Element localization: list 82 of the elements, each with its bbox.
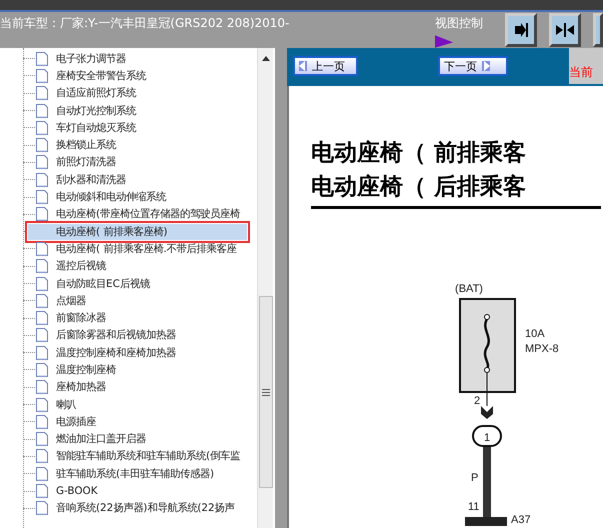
tree-item[interactable]: 自适应前照灯系统: [54, 85, 138, 102]
document-icon: [35, 310, 49, 326]
wire: [483, 447, 491, 517]
tree-item[interactable]: G-BOOK: [54, 484, 100, 498]
view-button[interactable]: [549, 13, 581, 47]
connector-arrow-icon: [481, 406, 493, 419]
tree-item[interactable]: 电源插座: [54, 414, 98, 430]
tree-item[interactable]: 后窗除雾器和后视镜加热器: [54, 327, 178, 344]
document-icon: [35, 206, 49, 222]
document-icon: [35, 276, 49, 292]
connector-block: [465, 517, 507, 526]
document-title: 电动座椅（ 后排乘客: [311, 173, 528, 202]
tree-item[interactable]: 前窗除冰器: [54, 310, 108, 326]
tree-item[interactable]: 自动防眩目EC后视镜: [54, 276, 152, 292]
view-control-label: 视图控制: [435, 15, 484, 32]
tree-item[interactable]: 电动座椅( 前排乘客座椅.不带后排乘客座: [54, 240, 239, 257]
document-icon: [35, 466, 49, 482]
source-label: (BAT): [455, 283, 483, 295]
scrollbar[interactable]: [257, 48, 273, 528]
scroll-thumb[interactable]: [259, 296, 273, 488]
wire-color: P: [471, 472, 478, 484]
document-icon: [35, 189, 49, 206]
document-icon: [35, 154, 49, 170]
tree-item[interactable]: 温度控制座椅和座椅加热器: [54, 344, 178, 361]
pin-number: 2: [474, 395, 480, 407]
document-icon: [35, 396, 49, 413]
tree-item[interactable]: 驻车辅助系统(丰田驻车辅助传感器): [54, 466, 216, 482]
previous-page-button[interactable]: 上一页: [293, 56, 358, 76]
current-page-label: 当前: [569, 64, 593, 80]
tree-item[interactable]: 电动座椅(带座椅位置存储器的驾驶员座椅: [54, 206, 242, 222]
document-icon: [35, 258, 49, 274]
document-icon: [35, 500, 49, 516]
tree-item[interactable]: 电动倾斜和电动伸缩系统: [54, 189, 168, 206]
car-model-text: 当前车型：厂家:Y-一汽丰田皇冠(GRS202 208)2010-: [0, 15, 290, 32]
connector-id: A37: [511, 514, 531, 526]
tree-item[interactable]: 电子张力调节器: [54, 50, 128, 67]
document-icon: [35, 172, 49, 188]
tree-item[interactable]: 自动灯光控制系统: [54, 102, 138, 119]
tree-item[interactable]: 温度控制座椅: [54, 362, 118, 378]
arrows-inward-icon: [555, 20, 575, 40]
triangle-icon: [435, 35, 453, 48]
grip-icon: [262, 388, 270, 396]
tree-item[interactable]: 点烟器: [54, 292, 88, 309]
document-icon: [35, 85, 49, 102]
tree-item[interactable]: 刮水器和清洗器: [54, 172, 128, 188]
next-page-button[interactable]: 下一页: [438, 56, 508, 76]
tree-item[interactable]: 喇叭: [54, 396, 78, 413]
document-icon: [35, 344, 49, 361]
document-icon: [35, 362, 49, 378]
document-icon: [35, 120, 49, 136]
tree-item[interactable]: 换档锁止系统: [54, 137, 118, 154]
document-icon: [35, 137, 49, 154]
connector-number: 1: [484, 432, 490, 444]
tree-item[interactable]: 音响系统(22扬声器)和导航系统(22扬声: [54, 500, 237, 516]
document-icon: [35, 414, 49, 430]
tree-item[interactable]: 电动座椅( 前排乘客座椅): [28, 224, 248, 240]
view-button[interactable]: [505, 13, 537, 47]
document-icon: [35, 483, 49, 500]
document-icon: [35, 50, 49, 67]
view-button[interactable]: [593, 13, 603, 47]
tree-item[interactable]: 智能驻车辅助系统和驻车辅助系统(倒车监: [54, 448, 242, 464]
right-arrow-icon: [482, 61, 490, 71]
document-icon: [35, 102, 49, 119]
document-icon: [35, 431, 49, 448]
up-arrow-icon: [262, 56, 270, 61]
tree-item[interactable]: 燃油加注口盖开启器: [54, 431, 148, 448]
document-title: 电动座椅（ 前排乘客: [311, 139, 528, 168]
tree-item[interactable]: 车灯自动熄灭系统: [54, 120, 138, 136]
tree-item[interactable]: 前照灯清洗器: [54, 154, 118, 170]
left-arrow-icon: [299, 61, 307, 71]
tree-item[interactable]: 座椅安全带警告系统: [54, 68, 148, 84]
document-icon: [35, 379, 49, 396]
tree-item[interactable]: 遥控后视镜: [54, 258, 108, 274]
document-icon: [35, 240, 49, 257]
fuse-rating: 10A: [525, 328, 545, 340]
document-icon: [35, 448, 49, 464]
pin-number: 11: [468, 501, 480, 513]
document-icon: [35, 68, 49, 84]
fuse-name: MPX-8: [525, 343, 559, 355]
tree-item[interactable]: 座椅加热器: [54, 379, 108, 396]
document-icon: [35, 292, 49, 309]
document-icon: [35, 327, 49, 344]
